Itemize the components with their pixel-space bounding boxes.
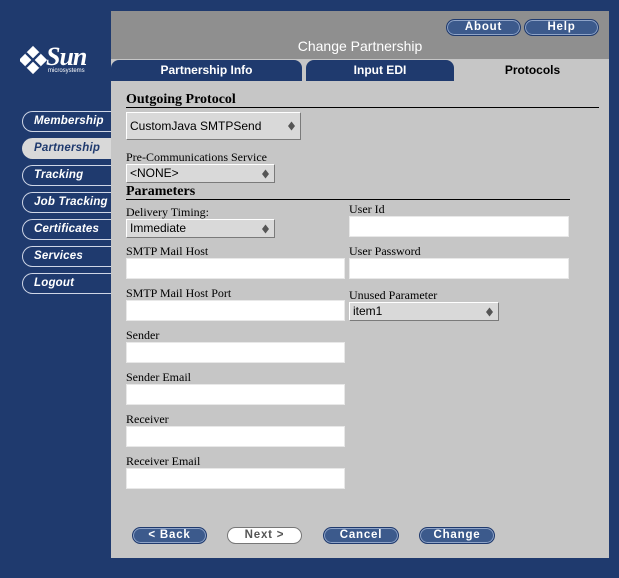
smtp-mail-host-port-field[interactable]: [126, 300, 345, 321]
delivery-timing-label: Delivery Timing:: [126, 205, 210, 219]
precomm-select[interactable]: <NONE>: [126, 164, 275, 183]
dropdown-arrow-icon: [288, 121, 295, 131]
tab-partnership-info[interactable]: Partnership Info: [111, 60, 302, 81]
outgoing-protocol-select[interactable]: CustomJava SMTPSend: [126, 112, 301, 140]
tab-input-edi[interactable]: Input EDI: [306, 60, 454, 81]
sidebar-item-job-tracking[interactable]: Job Tracking: [22, 192, 111, 213]
smtp-mail-host-port-label: SMTP Mail Host Port: [126, 286, 232, 300]
receiver-email-label: Receiver Email: [126, 454, 201, 468]
receiver-label: Receiver: [126, 412, 169, 426]
sidebar-item-certificates[interactable]: Certificates: [22, 219, 111, 240]
next-button[interactable]: Next >: [227, 527, 302, 544]
section-divider: [126, 199, 570, 200]
smtp-mail-host-field[interactable]: [126, 258, 345, 279]
sender-email-field[interactable]: [126, 384, 345, 405]
help-button[interactable]: Help: [524, 19, 599, 36]
about-button[interactable]: About: [446, 19, 521, 36]
sender-label: Sender: [126, 328, 160, 342]
sender-email-label: Sender Email: [126, 370, 191, 384]
precomm-value: <NONE>: [130, 166, 179, 180]
tab-protocols[interactable]: Protocols: [456, 60, 609, 81]
user-password-field[interactable]: [349, 258, 569, 279]
unused-parameter-value: item1: [353, 304, 383, 318]
section-divider: [126, 107, 599, 108]
precomm-label: Pre-Communications Service: [126, 150, 267, 164]
dropdown-arrow-icon: [486, 307, 493, 316]
smtp-mail-host-label: SMTP Mail Host: [126, 244, 209, 258]
dropdown-arrow-icon: [262, 169, 269, 178]
user-id-field[interactable]: [349, 216, 569, 237]
sender-field[interactable]: [126, 342, 345, 363]
user-password-label: User Password: [349, 244, 421, 258]
sidebar-item-tracking[interactable]: Tracking: [22, 165, 111, 186]
brand-subtitle: microsystems: [48, 68, 85, 74]
user-id-label: User Id: [349, 202, 385, 216]
unused-parameter-select[interactable]: item1: [349, 302, 499, 321]
sidebar-item-logout[interactable]: Logout: [22, 273, 111, 294]
sidebar-item-membership[interactable]: Membership: [22, 111, 111, 132]
back-button[interactable]: < Back: [132, 527, 207, 544]
change-button[interactable]: Change: [419, 527, 495, 544]
sidebar-item-services[interactable]: Services: [22, 246, 111, 267]
delivery-timing-select[interactable]: Immediate: [126, 219, 275, 238]
sidebar-item-partnership[interactable]: Partnership: [22, 138, 111, 159]
sidebar-nav: Membership Partnership Tracking Job Trac…: [22, 111, 111, 300]
outgoing-protocol-heading: Outgoing Protocol: [126, 92, 236, 107]
parameters-heading: Parameters: [126, 184, 196, 199]
panel-header: About Help Change Partnership: [111, 11, 609, 59]
cancel-button[interactable]: Cancel: [323, 527, 399, 544]
delivery-timing-value: Immediate: [130, 221, 187, 235]
unused-parameter-label: Unused Parameter: [349, 288, 438, 302]
receiver-field[interactable]: [126, 426, 345, 447]
receiver-email-field[interactable]: [126, 468, 345, 489]
page-title: Change Partnership: [297, 38, 423, 54]
outgoing-protocol-value: CustomJava SMTPSend: [130, 119, 262, 133]
dropdown-arrow-icon: [262, 224, 269, 233]
main-panel: About Help Change Partnership Partnershi…: [111, 11, 609, 558]
